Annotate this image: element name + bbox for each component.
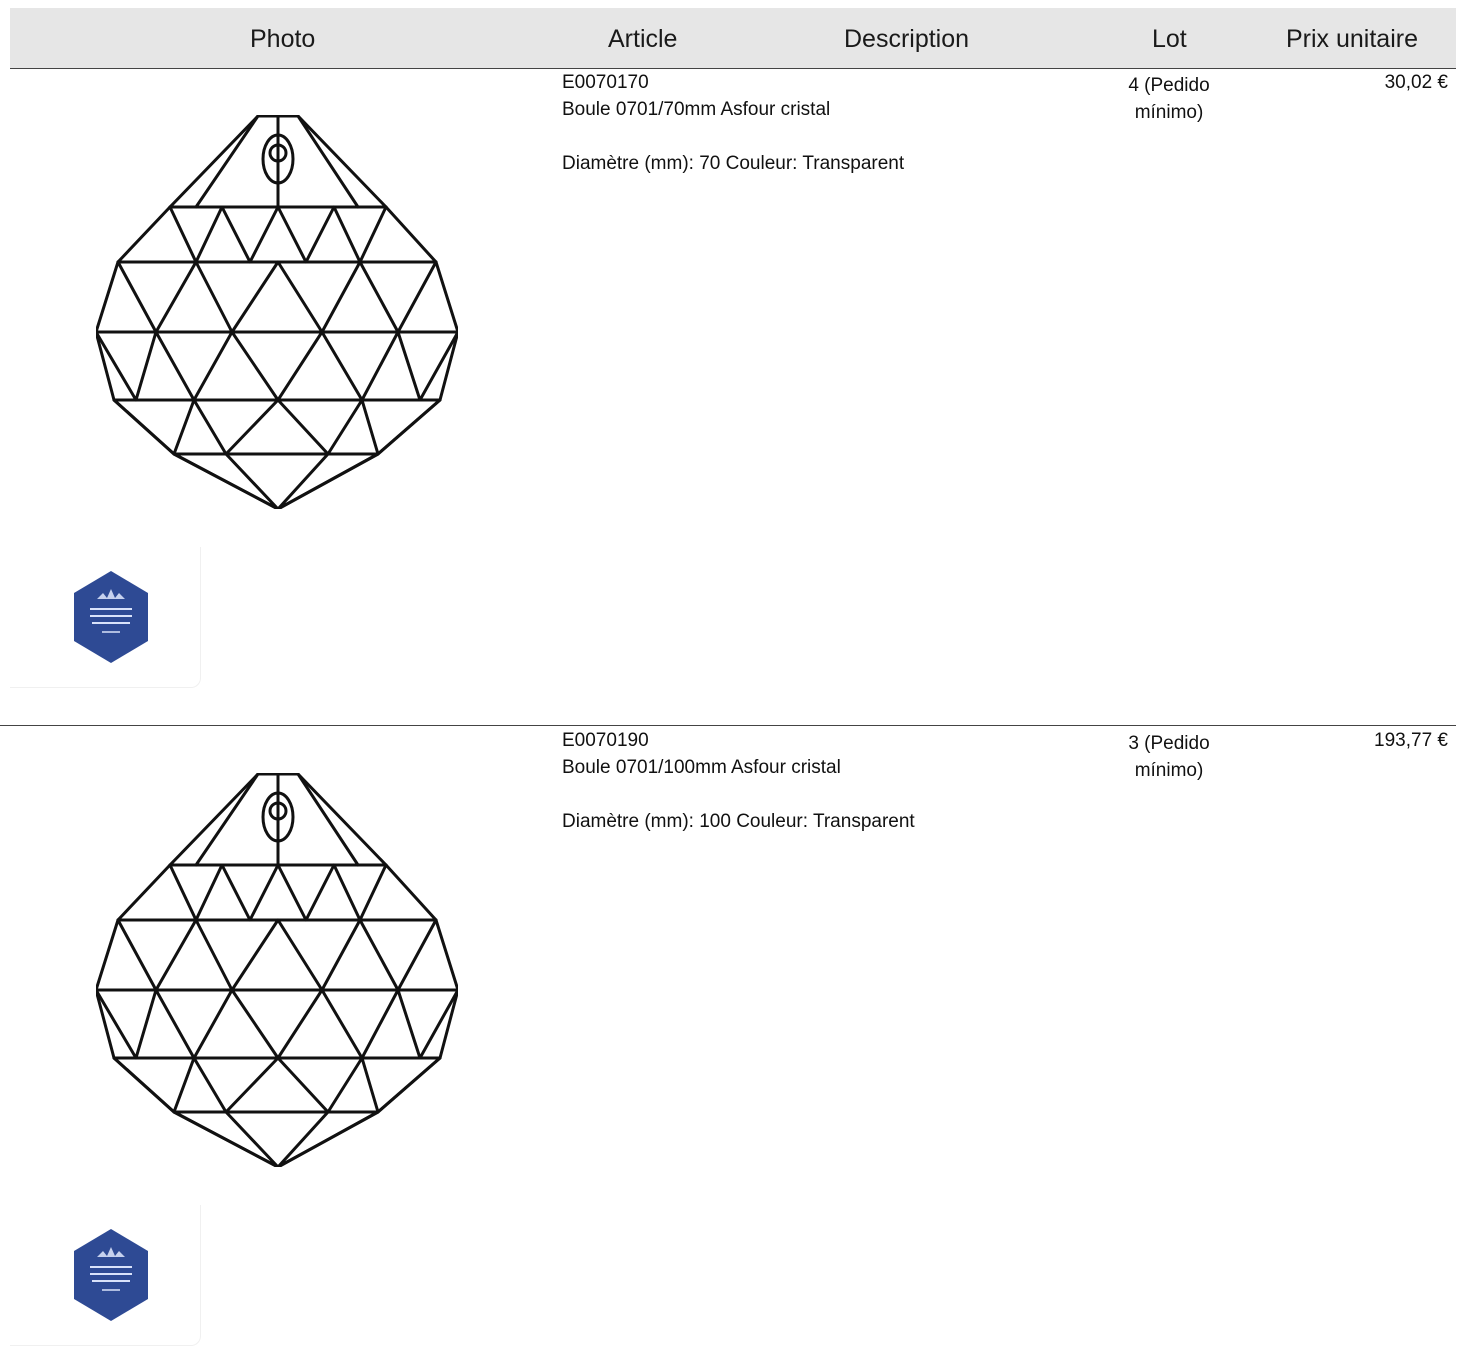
article-attributes: Diamètre (mm): 70 Couleur: Transparent <box>562 153 905 174</box>
article-code: E0070170 <box>562 72 649 93</box>
crystal-ball-image <box>94 772 460 1169</box>
column-header-description: Description <box>844 25 970 53</box>
column-header-photo: Photo <box>250 25 316 53</box>
table-row: E0070190 Boule 0701/100mm Asfour cristal… <box>0 727 1468 1346</box>
unit-price: 193,77 € <box>1374 730 1448 751</box>
column-header-unit-price: Prix unitaire <box>1286 25 1418 53</box>
row-divider <box>0 725 1456 726</box>
article-attributes: Diamètre (mm): 100 Couleur: Transparent <box>562 811 915 832</box>
lot-value: 3 (Pedido mínimo) <box>1128 733 1210 781</box>
brand-logo-card <box>10 1205 201 1346</box>
article-name: Boule 0701/100mm Asfour cristal <box>562 757 841 778</box>
column-header-lot: Lot <box>1152 25 1187 53</box>
unit-price: 30,02 € <box>1384 72 1448 93</box>
lot-value: 4 (Pedido mínimo) <box>1128 75 1210 123</box>
table-row: E0070170 Boule 0701/70mm Asfour cristal … <box>0 69 1468 725</box>
column-header-article: Article <box>608 25 678 53</box>
table-header: Photo Article Description Lot Prix unita… <box>10 8 1456 69</box>
article-name: Boule 0701/70mm Asfour cristal <box>562 99 831 120</box>
crystal-ball-image <box>94 114 460 511</box>
brand-logo-card <box>10 547 201 688</box>
brand-logo <box>72 569 150 665</box>
article-code: E0070190 <box>562 730 649 751</box>
brand-logo <box>72 1227 150 1323</box>
